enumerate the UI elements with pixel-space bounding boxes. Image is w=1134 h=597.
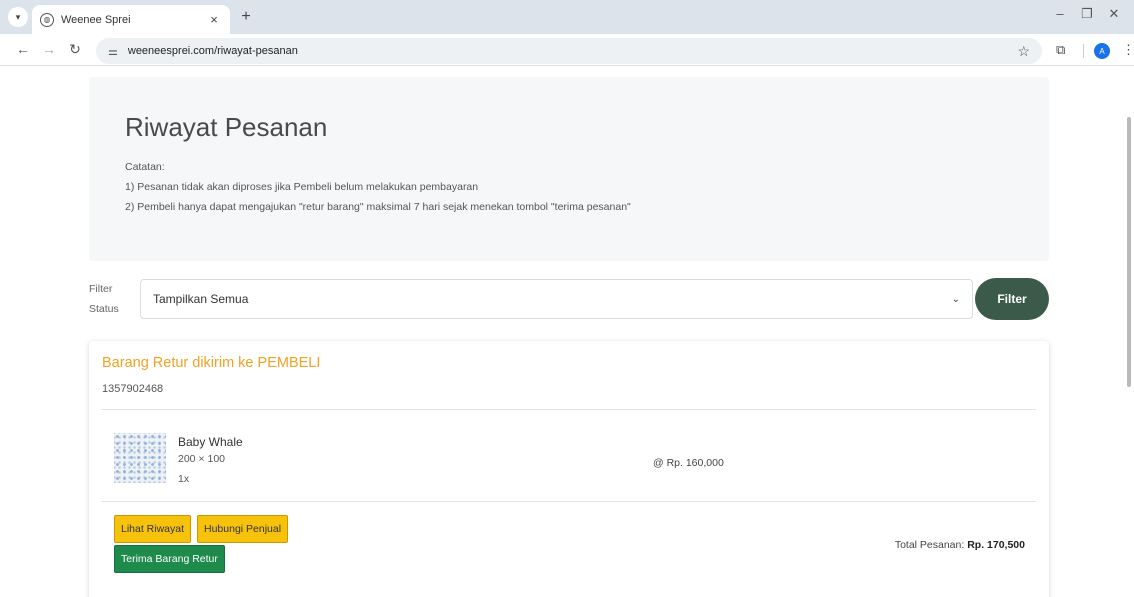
product-image <box>114 433 166 483</box>
note-heading: Catatan: <box>125 161 165 173</box>
url-text[interactable]: weeneesprei.com/riwayat-pesanan <box>128 45 1018 57</box>
order-id: 1357902468 <box>102 383 164 395</box>
filter-row: Filter Status Tampilkan Semua ⌄ Filter <box>89 277 1049 321</box>
browser-tab[interactable]: ◍ Weenee Sprei × <box>32 5 230 34</box>
restore-icon[interactable]: ❐ <box>1077 6 1097 22</box>
page-title: Riwayat Pesanan <box>125 112 328 142</box>
order-total-value: Rp. 170,500 <box>967 539 1025 551</box>
product-size: 200 × 100 <box>178 453 226 465</box>
divider <box>101 409 1036 410</box>
extensions-puzzle-icon[interactable]: ⧉ <box>1056 42 1065 58</box>
close-tab-icon[interactable]: × <box>206 12 222 27</box>
view-history-button[interactable]: Lihat Riwayat <box>114 515 192 543</box>
browser-tab-bar: ▾ ◍ Weenee Sprei × + – ❐ ✕ <box>0 0 1134 34</box>
globe-icon: ◍ <box>40 12 54 27</box>
product-quantity: 1x <box>178 473 190 485</box>
menu-kebab-icon[interactable]: ⋮ <box>1122 42 1134 58</box>
chevron-down-icon: ⌄ <box>951 293 960 305</box>
browser-toolbar: ← → ↻ ⚌ weeneesprei.com/riwayat-pesanan … <box>0 34 1134 66</box>
filter-button[interactable]: Filter <box>975 278 1049 320</box>
note-item-1: 1) Pesanan tidak akan diproses jika Pemb… <box>125 181 479 193</box>
bookmark-star-icon[interactable]: ☆ <box>1017 43 1030 60</box>
filter-status-label: Filter Status <box>89 279 133 319</box>
note-item-2: 2) Pembeli hanya dapat mengajukan "retur… <box>125 201 631 213</box>
product-price: @ Rp. 160,000 <box>653 457 724 469</box>
profile-avatar[interactable]: A <box>1094 43 1110 59</box>
order-total: Total Pesanan: Rp. 170,500 <box>895 539 1025 551</box>
minimize-icon[interactable]: – <box>1050 6 1070 21</box>
filter-label-line2: Status <box>89 303 119 315</box>
forward-arrow-icon[interactable]: → <box>40 41 58 57</box>
status-filter-select[interactable]: Tampilkan Semua ⌄ <box>140 279 973 319</box>
address-bar[interactable]: ⚌ weeneesprei.com/riwayat-pesanan ☆ <box>96 38 1042 64</box>
status-filter-value: Tampilkan Semua <box>153 292 249 306</box>
scrollbar-thumb[interactable] <box>1127 117 1131 387</box>
product-name: Baby Whale <box>178 435 243 449</box>
new-tab-plus-icon[interactable]: + <box>236 8 256 26</box>
accept-return-button[interactable]: Terima Barang Retur <box>114 545 225 573</box>
filter-label-line1: Filter <box>89 283 113 295</box>
reload-icon[interactable]: ↻ <box>66 41 84 58</box>
site-info-icon[interactable]: ⚌ <box>108 45 118 58</box>
order-card: Barang Retur dikirim ke PEMBELI 13579024… <box>89 341 1049 597</box>
back-arrow-icon[interactable]: ← <box>14 41 32 57</box>
toolbar-divider <box>1083 44 1084 58</box>
contact-seller-button[interactable]: Hubungi Penjual <box>197 515 289 543</box>
order-status: Barang Retur dikirim ke PEMBELI <box>102 355 321 371</box>
tab-search-chevron-icon[interactable]: ▾ <box>8 7 28 27</box>
page-header-card: Riwayat Pesanan Catatan: 1) Pesanan tida… <box>89 77 1049 261</box>
close-window-icon[interactable]: ✕ <box>1104 6 1124 22</box>
tab-title: Weenee Sprei <box>61 13 131 26</box>
divider <box>101 501 1036 502</box>
order-total-label: Total Pesanan: <box>894 539 965 551</box>
page-viewport: Riwayat Pesanan Catatan: 1) Pesanan tida… <box>0 67 1134 597</box>
